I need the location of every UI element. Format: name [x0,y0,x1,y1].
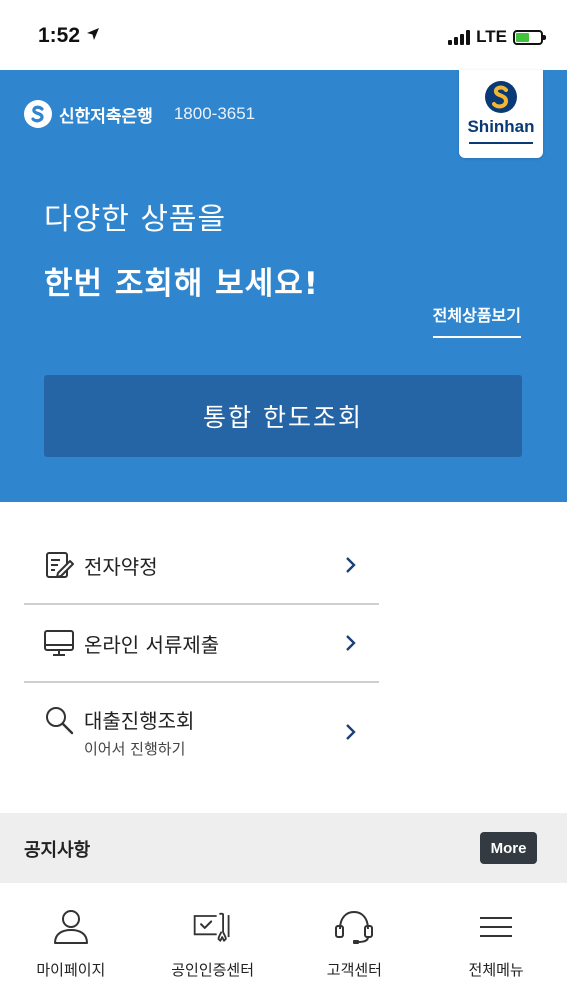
status-indicators: LTE [448,27,546,47]
signal-icon [448,29,471,45]
location-arrow-icon [86,27,100,46]
notice-more-button[interactable]: More [480,832,537,864]
tab-label: 전체메뉴 [468,961,524,979]
chevron-right-icon [346,557,356,573]
logo-underline [469,142,533,144]
chevron-right-icon [346,635,356,651]
menu-item-e-contract[interactable]: 전자약정 [24,527,379,605]
e-contract-icon [42,548,76,582]
bottom-tab-bar: 마이페이지 공인인증센터 고객센터 전체메뉴 [0,883,567,996]
shinhan-s-logo-icon [24,100,52,128]
tab-label: 고객센터 [326,961,382,979]
status-bar: 1:52 LTE [0,0,567,70]
tab-certificate-center[interactable]: 공인인증센터 [142,883,284,996]
tab-label: 마이페이지 [36,961,106,979]
menu-item-label: 온라인 서류제출 [84,632,220,657]
brand-header: 신한저축은행 1800-3651 [24,100,255,128]
tab-label: 공인인증센터 [171,961,255,979]
brand-name: 신한저축은행 [59,106,153,127]
all-products-link[interactable]: 전체상품보기 [432,302,521,338]
hamburger-menu-icon [474,909,518,945]
shinhan-logo-text: Shinhan [467,117,535,136]
menu-item-sublabel: 이어서 진행하기 [84,740,186,758]
hero-banner: 신한저축은행 1800-3651 Shinhan 다양한 상품을 한번 조회해 … [0,70,567,502]
menu-item-online-document-submit[interactable]: 온라인 서류제출 [24,605,379,683]
headset-icon [332,909,376,945]
tab-customer-center[interactable]: 고객센터 [284,883,426,996]
notice-section: 공지사항 More [0,813,567,883]
hero-headline-line2: 한번 조회해 보세요! [44,266,319,302]
search-icon [42,703,76,737]
certificate-icon [191,909,235,945]
status-time: 1:52 [38,24,100,48]
person-icon [49,909,93,945]
monitor-icon [42,626,76,660]
service-menu: 전자약정 온라인 서류제출 대출진행조회 이어서 진행하기 [24,527,379,781]
chevron-right-icon [346,724,356,740]
tab-full-menu[interactable]: 전체메뉴 [425,883,567,996]
battery-charging-icon [513,29,546,45]
menu-item-loan-progress[interactable]: 대출진행조회 이어서 진행하기 [24,683,379,781]
integrated-limit-inquiry-button[interactable]: 통합 한도조회 [44,375,522,457]
tab-my-page[interactable]: 마이페이지 [0,883,142,996]
hero-headline-line1: 다양한 상품을 [44,202,227,237]
menu-item-label: 대출진행조회 [84,709,195,733]
shinhan-emblem-icon [485,81,517,113]
customer-phone[interactable]: 1800-3651 [174,104,255,124]
menu-item-label: 전자약정 [84,554,158,579]
notice-title: 공지사항 [24,840,91,861]
status-time-text: 1:52 [38,24,81,47]
network-type: LTE [476,27,507,46]
shinhan-logo-card: Shinhan [459,70,543,158]
